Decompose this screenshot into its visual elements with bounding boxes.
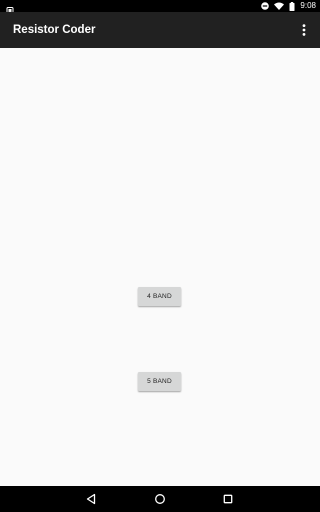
navigation-bar [0,486,320,512]
screenshot-icon [6,2,14,15]
status-icons: 9:08 [261,0,316,12]
status-clock: 9:08 [300,1,316,10]
five-band-button[interactable]: 5 BAND [138,372,181,391]
main-content: 4 BAND 5 BAND [0,48,320,486]
four-band-button[interactable]: 4 BAND [138,287,181,306]
home-icon[interactable] [147,486,173,512]
back-icon[interactable] [78,486,104,512]
recents-icon[interactable] [215,486,241,512]
app-title: Resistor Coder [13,24,96,36]
overflow-menu-icon[interactable] [296,21,312,39]
battery-icon [289,1,295,11]
wifi-icon [274,2,285,10]
app-bar: Resistor Coder [0,12,320,48]
status-bar: 9:08 [0,0,320,15]
dnd-icon [261,2,270,10]
